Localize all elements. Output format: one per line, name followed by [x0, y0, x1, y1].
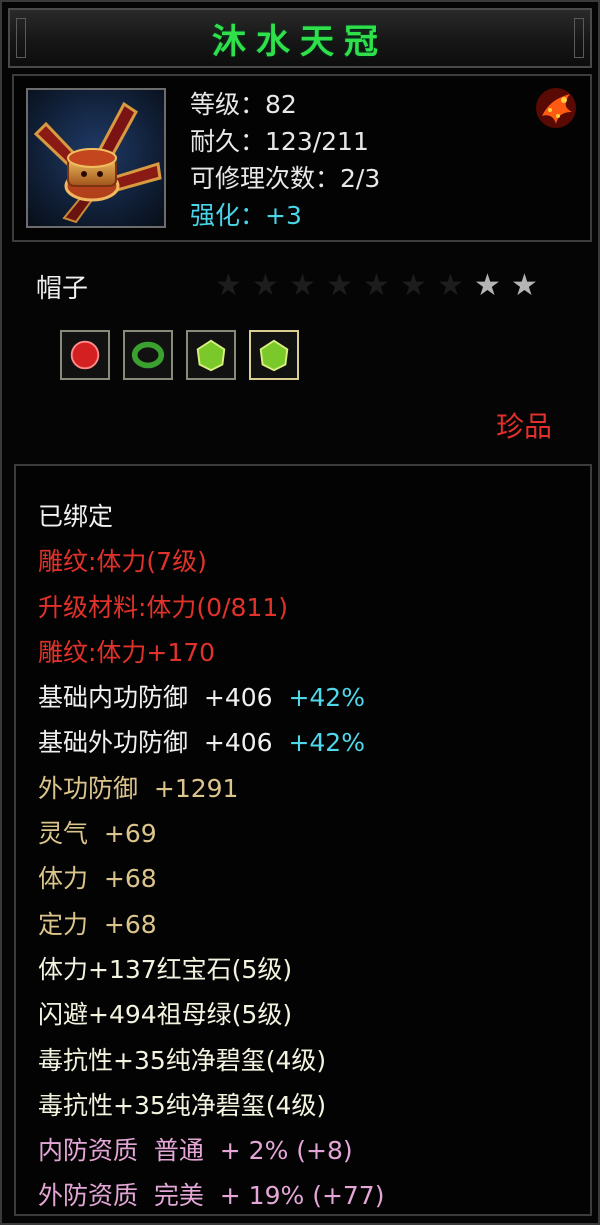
gem-slot[interactable] [186, 330, 236, 380]
green-jade-gem-icon [196, 339, 226, 372]
gem-sockets [60, 330, 299, 380]
title-bar: 沐水天冠 [8, 8, 592, 68]
attribute-line: 基础外功防御 +406 +42% [38, 720, 384, 765]
attribute-line: 定力 +68 [38, 902, 384, 947]
gem-slot[interactable] [249, 330, 299, 380]
attribute-text: 外防资质 完美 + 19% (+77) [38, 1181, 385, 1211]
star-icon: ★ [511, 268, 538, 303]
attribute-text: 毒抗性+35纯净碧玺(4级) [38, 1045, 327, 1075]
item-grade: 珍品 [495, 410, 552, 443]
star-icon: ★ [289, 268, 316, 303]
star-icon: ★ [437, 268, 464, 303]
attribute-line: 闪避+494祖母绿(5级) [38, 992, 384, 1037]
item-header: 等级：82 耐久：123/211 可修理次数：2/3 强化：+3 [12, 74, 592, 242]
attribute-text: 毒抗性+35纯净碧玺(4级) [38, 1090, 327, 1120]
stat-enhance: 强化：+3 [190, 201, 302, 230]
star-icon: ★ [215, 268, 242, 303]
attribute-line: 雕纹:体力+170 [38, 630, 384, 675]
attribute-text: 内防资质 普通 + 2% (+8) [38, 1136, 353, 1166]
item-name: 沐水天冠 [212, 21, 388, 62]
attribute-line: 灵气 +69 [38, 811, 384, 856]
star-rating: ★ ★ ★ ★ ★ ★ ★ ★ ★ [212, 270, 541, 302]
attribute-line: 毒抗性+35纯净碧玺(4级) [38, 1038, 384, 1083]
attribute-line: 升级材料:体力(0/811) [38, 585, 384, 630]
star-icon: ★ [326, 268, 353, 303]
attribute-text: 雕纹:体力(7级) [38, 547, 207, 577]
attribute-line: 外功防御 +1291 [38, 766, 384, 811]
star-icon: ★ [474, 268, 501, 303]
stat-durability: 耐久：123/211 [190, 127, 369, 156]
gem-slot[interactable] [123, 330, 173, 380]
stat-repair-count: 可修理次数：2/3 [190, 164, 381, 193]
red-ruby-gem-icon [70, 340, 100, 370]
attribute-line: 体力 +68 [38, 856, 384, 901]
item-stats: 等级：82 耐久：123/211 可修理次数：2/3 强化：+3 [190, 86, 380, 234]
attribute-line: 毒抗性+35纯净碧玺(4级) [38, 1083, 384, 1128]
star-icon: ★ [363, 268, 390, 303]
green-jade-gem-icon [259, 339, 289, 372]
attribute-line: 外防资质 完美 + 19% (+77) [38, 1173, 384, 1218]
item-tooltip: 沐水天冠 等级：82 耐久：123/211 可修理次数：2/3 强化：+3 帽子… [0, 0, 600, 1225]
attribute-bonus-percent: +42% [288, 683, 365, 713]
attribute-line: 雕纹:体力(7级) [38, 539, 384, 584]
item-type: 帽子 [36, 274, 89, 304]
attribute-panel: 已绑定雕纹:体力(7级) 升级材料:体力(0/811) 雕纹:体力+170 基础内功防… [14, 464, 592, 1216]
attribute-text: 雕纹:体力+170 [38, 637, 216, 667]
attribute-text: 体力 +68 [38, 864, 157, 894]
gem-slot[interactable] [60, 330, 110, 380]
green-emerald-ring-gem-icon [131, 341, 165, 369]
attribute-line: 内防资质 普通 + 2% (+8) [38, 1128, 384, 1173]
attribute-text: 已绑定 [38, 502, 114, 531]
attribute-text: 升级材料:体力(0/811) [38, 592, 288, 622]
crown-hat-icon [26, 88, 166, 228]
attribute-line: 体力+137红宝石(5级) [38, 947, 384, 992]
star-icon: ★ [400, 268, 427, 303]
star-icon: ★ [252, 268, 279, 303]
attribute-text: 灵气 +69 [38, 819, 157, 849]
attribute-list: 已绑定雕纹:体力(7级) 升级材料:体力(0/811) 雕纹:体力+170 基础内功防… [38, 494, 384, 1219]
attribute-text: 定力 +68 [38, 909, 157, 939]
stat-level: 等级：82 [190, 90, 297, 119]
attribute-text: 基础外功防御 +406 [38, 728, 289, 758]
attribute-text: 基础内功防御 +406 [38, 683, 289, 713]
attribute-text: 闪避+494祖母绿(5级) [38, 1000, 293, 1030]
attribute-bonus-percent: +42% [288, 728, 365, 758]
attribute-line: 已绑定 [38, 494, 384, 539]
phoenix-emblem-icon [536, 88, 576, 128]
attribute-line: 基础内功防御 +406 +42% [38, 675, 384, 720]
attribute-text: 体力+137红宝石(5级) [38, 954, 293, 984]
attribute-text: 外功防御 +1291 [38, 773, 239, 803]
